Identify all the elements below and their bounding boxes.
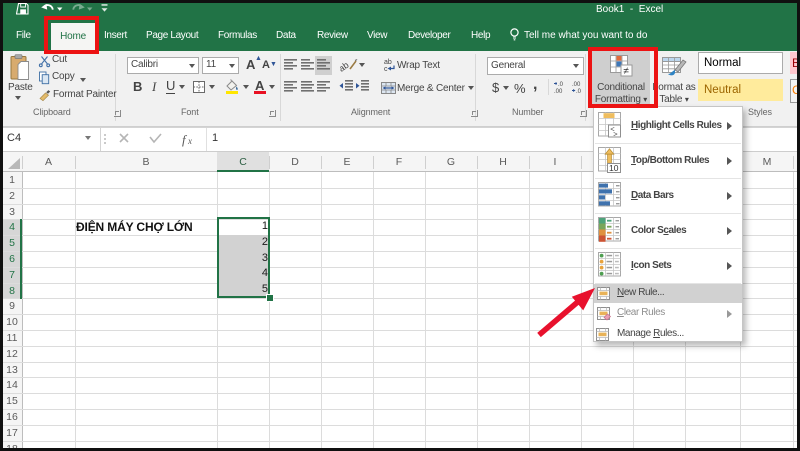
svg-text:.0: .0 [558, 82, 564, 88]
svg-text:ab: ab [340, 60, 351, 73]
svg-text:>: > [613, 130, 618, 139]
svg-text:c: c [384, 66, 388, 72]
svg-text:.00: .00 [554, 89, 563, 95]
svg-text:.0: .0 [576, 89, 582, 95]
svg-text:x: x [187, 136, 192, 146]
svg-text:ab: ab [384, 59, 392, 66]
svg-text:.00: .00 [572, 82, 581, 88]
svg-text:10: 10 [609, 163, 619, 173]
